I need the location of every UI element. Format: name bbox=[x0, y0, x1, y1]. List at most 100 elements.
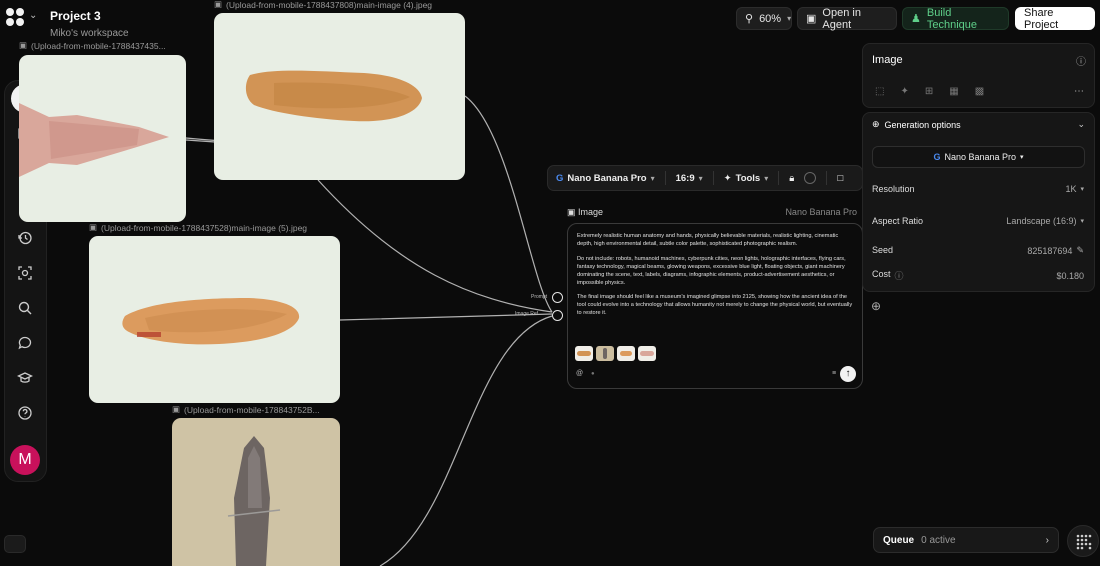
info-icon[interactable]: ⓘ bbox=[895, 269, 904, 282]
zoom-value: 60% bbox=[759, 12, 782, 25]
divider bbox=[664, 171, 666, 185]
queue-status: 0 active bbox=[921, 534, 956, 546]
minimap-toggle-button[interactable] bbox=[4, 535, 26, 553]
gen-node-title-wrap: ▣ Image bbox=[567, 207, 603, 218]
chevron-down-icon[interactable]: ⌄ bbox=[29, 10, 37, 21]
share-project-button[interactable]: Share Project bbox=[1015, 7, 1095, 31]
chevron-down-icon[interactable]: ⌄ bbox=[1077, 119, 1085, 130]
image-tool-row: ⬚ ✦ ⊞ ▦ ▩ bbox=[875, 86, 984, 97]
model-selector[interactable]: Nano Banana Pro bbox=[567, 173, 646, 184]
edit-pencil-icon[interactable]: ✎ bbox=[1076, 245, 1084, 256]
build-technique-button[interactable]: ♟ Build Technique bbox=[902, 7, 1009, 31]
circle-toggle-icon[interactable] bbox=[804, 172, 817, 184]
image-icon: ▣ bbox=[89, 222, 98, 232]
image-adjust-icon[interactable]: ▩ bbox=[975, 86, 984, 97]
reference-thumbnail[interactable] bbox=[638, 346, 656, 361]
cost-value: $0.180 bbox=[1056, 270, 1084, 281]
help-icon[interactable] bbox=[15, 403, 35, 423]
seed-label: Seed bbox=[872, 245, 894, 255]
history-icon[interactable] bbox=[15, 228, 35, 248]
node-1-filename: (Upload-from-mobile-1788437435... bbox=[31, 40, 166, 51]
seed-value: 825187694 bbox=[1027, 245, 1073, 256]
lock-icon[interactable]: 🔒︎ bbox=[789, 173, 794, 184]
gen-node-header: ▣ Image Nano Banana Pro bbox=[567, 207, 857, 218]
model-dropdown[interactable]: G Nano Banana Pro ▾ bbox=[872, 146, 1085, 168]
image-icon: ▣ bbox=[172, 404, 181, 414]
queue-label: Queue bbox=[883, 534, 915, 546]
seed-row[interactable]: Seed 825187694 ✎ bbox=[872, 245, 1084, 256]
node-4-label: ▣ (Upload-from-mobile-178843752B... bbox=[172, 404, 320, 415]
build-icon: ♟ bbox=[911, 13, 921, 25]
chat-icon[interactable] bbox=[15, 333, 35, 353]
magic-edit-icon[interactable]: ✦ bbox=[900, 86, 908, 97]
more-icon[interactable]: ⋯ bbox=[1074, 86, 1084, 97]
gen-node-title: Image bbox=[578, 207, 604, 217]
image-panel-title: Image bbox=[872, 54, 903, 66]
prompt-input-port[interactable] bbox=[552, 292, 563, 303]
crop-icon[interactable]: ⊞ bbox=[925, 86, 933, 97]
dot-grid-button[interactable] bbox=[1067, 525, 1099, 557]
divider bbox=[712, 171, 714, 185]
reference-thumbnail[interactable] bbox=[575, 346, 593, 361]
settings-icon[interactable]: ≡ bbox=[832, 370, 836, 377]
image-icon: ▣ bbox=[567, 207, 576, 217]
search-icon[interactable] bbox=[15, 298, 35, 318]
gen-options-header[interactable]: ⊕ Generation options bbox=[872, 119, 961, 130]
plus-circle-icon: ⊕ bbox=[872, 119, 880, 129]
divider bbox=[778, 171, 780, 185]
resolution-row[interactable]: Resolution 1K ▾ bbox=[872, 184, 1084, 194]
tools-menu[interactable]: Tools bbox=[736, 173, 761, 184]
info-icon[interactable]: ⓘ bbox=[1076, 53, 1086, 68]
zoom-icon: ⚲ bbox=[745, 13, 754, 25]
image-node-4[interactable] bbox=[172, 418, 340, 566]
app-logo-icon[interactable] bbox=[4, 7, 26, 27]
arrowhead-image bbox=[19, 103, 169, 177]
image-node-3[interactable] bbox=[89, 236, 340, 403]
cost-row: Cost ⓘ $0.180 bbox=[872, 269, 1084, 282]
prompt-paragraph-1: Extremely realistic human anatomy and ha… bbox=[577, 233, 839, 247]
scan-icon[interactable] bbox=[15, 263, 35, 283]
chevron-down-icon: ▾ bbox=[787, 14, 792, 23]
mention-icon[interactable]: @ bbox=[576, 370, 583, 377]
dot-grid-icon bbox=[1076, 534, 1092, 550]
obsidian-point-image bbox=[227, 436, 281, 566]
model-dropdown-value: Nano Banana Pro bbox=[944, 152, 1017, 162]
chevron-down-icon: ▾ bbox=[1020, 154, 1024, 161]
image-input-port[interactable] bbox=[552, 310, 563, 321]
queue-bar[interactable]: Queue 0 active › bbox=[873, 527, 1059, 553]
chevron-down-icon: ▾ bbox=[698, 173, 703, 183]
image-node-1[interactable] bbox=[19, 55, 186, 222]
agent-icon: ▣ bbox=[806, 13, 817, 25]
node-2-filename: (Upload-from-mobile-1788437808)main-imag… bbox=[226, 0, 433, 10]
image-panel: Image ⓘ ⬚ ✦ ⊞ ▦ ▩ ⋯ bbox=[862, 43, 1095, 108]
image-icon: ▣ bbox=[19, 40, 28, 50]
layers-icon[interactable]: ▦ bbox=[949, 86, 958, 97]
user-avatar[interactable]: M bbox=[10, 445, 40, 475]
image-generation-node[interactable]: Extremely realistic human anatomy and ha… bbox=[567, 223, 863, 389]
prompt-paragraph-3: The final image should feel like a museu… bbox=[577, 294, 853, 317]
image-icon: ▣ bbox=[214, 0, 223, 9]
aspect-ratio-selector[interactable]: 16:9 bbox=[676, 173, 695, 184]
node-2-label: ▣ (Upload-from-mobile-1788437808)main-im… bbox=[214, 0, 432, 10]
select-icon[interactable]: ⬚ bbox=[875, 86, 884, 97]
node-3-filename: (Upload-from-mobile-1788437528)main-imag… bbox=[101, 222, 308, 233]
open-in-agent-button[interactable]: ▣ Open in Agent bbox=[797, 7, 897, 31]
reference-thumbnail[interactable] bbox=[596, 346, 614, 361]
send-button[interactable]: ↑ bbox=[840, 366, 856, 382]
aspect-ratio-row[interactable]: Aspect Ratio Landscape (16:9) ▾ bbox=[872, 216, 1084, 226]
add-output-icon[interactable]: ⊕ bbox=[871, 299, 881, 313]
image-node-2[interactable] bbox=[214, 13, 465, 180]
folder-icon[interactable]: □ bbox=[837, 173, 843, 184]
project-title[interactable]: Project 3 bbox=[50, 9, 101, 23]
reference-thumbnail[interactable] bbox=[617, 346, 635, 361]
cost-label: Cost bbox=[872, 269, 891, 279]
generation-options-panel: ⊕ Generation options ⌄ G Nano Banana Pro… bbox=[862, 112, 1095, 292]
resolution-label: Resolution bbox=[872, 184, 915, 194]
prompt-textarea[interactable]: Extremely realistic human anatomy and ha… bbox=[577, 233, 855, 325]
google-icon: G bbox=[933, 152, 941, 162]
node-3-label: ▣ (Upload-from-mobile-1788437528)main-im… bbox=[89, 222, 307, 233]
chevron-down-icon: ▾ bbox=[1080, 186, 1084, 193]
graduation-cap-icon[interactable] bbox=[15, 368, 35, 388]
chevron-down-icon: ▾ bbox=[764, 173, 769, 183]
zoom-control[interactable]: ⚲ 60% ▾ bbox=[736, 7, 792, 30]
